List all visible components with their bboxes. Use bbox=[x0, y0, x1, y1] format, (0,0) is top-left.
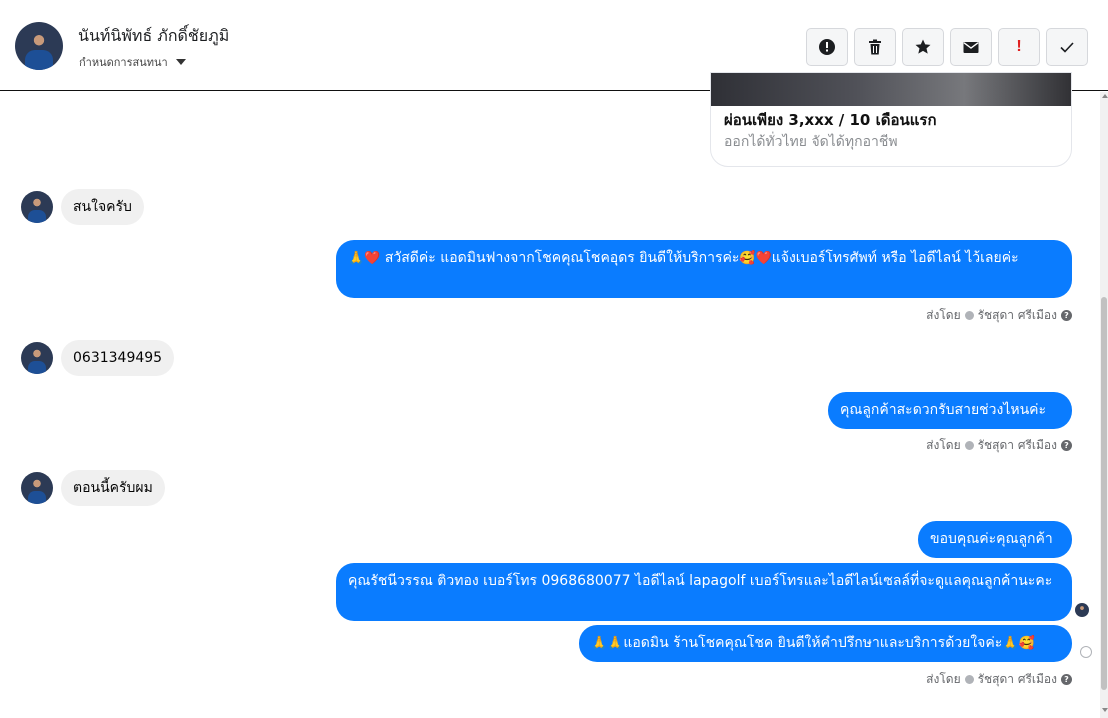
alert-circle-icon bbox=[819, 39, 835, 55]
message-text: สวัสดีค่ะ แอดมินฟางจากโชคคุณโชคอุดร ยินด… bbox=[380, 250, 740, 266]
scroll-down-arrow-icon[interactable] bbox=[1102, 708, 1108, 712]
pray-heart-emoji: 🙏❤️ bbox=[348, 251, 381, 266]
customer-avatar[interactable] bbox=[21, 191, 53, 223]
message-text: แจ้งเบอร์โทรศัพท์ หรือ ไอดีไลน์ ไว้เลยค่… bbox=[771, 250, 1019, 266]
sent-by-info: ส่งโดย รัชสุดา ศรีเมือง ? bbox=[926, 436, 1072, 455]
seen-avatar bbox=[1075, 603, 1089, 617]
delivered-status-icon bbox=[1080, 646, 1092, 658]
sent-by-agent[interactable]: รัชสุดา ศรีเมือง bbox=[978, 670, 1057, 689]
contact-name[interactable]: นันท์นิพัทธ์ ภักดิ์ชัยภูมิ bbox=[78, 24, 229, 49]
conversation-menu-label: กำหนดการสนทนา bbox=[79, 56, 168, 69]
caret-down-icon bbox=[175, 59, 186, 65]
scroll-up-arrow-icon[interactable] bbox=[1102, 94, 1108, 98]
conversation-menu-dropdown[interactable]: กำหนดการสนทนา bbox=[79, 53, 186, 71]
scrollbar[interactable] bbox=[1100, 92, 1108, 718]
sent-by-info: ส่งโดย รัชสุดา ศรีเมือง ? bbox=[926, 670, 1072, 689]
ad-image bbox=[711, 73, 1071, 106]
sent-by-label: ส่งโดย bbox=[926, 438, 961, 452]
incoming-message[interactable]: สนใจครับ bbox=[61, 189, 144, 225]
incoming-message-row: สนใจครับ bbox=[21, 189, 144, 225]
follow-up-button[interactable]: ! bbox=[998, 28, 1040, 66]
outgoing-message[interactable]: คุณรัชนีวรรณ ติวทอง เบอร์โทร 0968680077 … bbox=[336, 563, 1072, 621]
star-icon bbox=[915, 39, 931, 54]
sent-by-label: ส่งโดย bbox=[926, 308, 961, 322]
sent-by-agent[interactable]: รัชสุดา ศรีเมือง bbox=[978, 306, 1057, 325]
incoming-message[interactable]: 0631349495 bbox=[61, 340, 175, 376]
help-icon[interactable]: ? bbox=[1061, 310, 1072, 321]
scroll-thumb[interactable] bbox=[1101, 297, 1107, 690]
conversation-actions: ! bbox=[806, 28, 1088, 66]
outgoing-message[interactable]: 🙏🙏แอดมิน ร้านโชคคุณโชค ยินดีให้คำปรึกษาแ… bbox=[579, 625, 1072, 662]
spam-button[interactable] bbox=[806, 28, 848, 66]
exclamation-icon: ! bbox=[1016, 38, 1022, 55]
star-button[interactable] bbox=[902, 28, 944, 66]
sent-status-icon bbox=[964, 311, 974, 320]
incoming-message-row: ตอนนี้ครับผม bbox=[21, 470, 165, 506]
trash-icon bbox=[869, 39, 881, 55]
delete-button[interactable] bbox=[854, 28, 896, 66]
sent-status-icon bbox=[964, 441, 974, 450]
done-button[interactable] bbox=[1046, 28, 1088, 66]
customer-avatar[interactable] bbox=[21, 342, 53, 374]
pray-emoji: 🙏🙏 bbox=[591, 636, 624, 651]
incoming-message[interactable]: ตอนนี้ครับผม bbox=[61, 470, 165, 506]
mark-unread-button[interactable] bbox=[950, 28, 992, 66]
ad-title: ผ่อนเพียง 3,xxx / 10 เดือนแรก bbox=[724, 111, 937, 129]
check-icon bbox=[1060, 42, 1074, 53]
sent-by-agent[interactable]: รัชสุดา ศรีเมือง bbox=[978, 436, 1057, 455]
contact-avatar[interactable] bbox=[15, 22, 63, 70]
envelope-icon bbox=[963, 42, 979, 53]
message-text: แอดมิน ร้านโชคคุณโชค ยินดีให้คำปรึกษาและ… bbox=[623, 635, 1003, 651]
sent-status-icon bbox=[964, 675, 974, 684]
smile-heart-emoji: 🥰❤️ bbox=[739, 251, 772, 266]
sent-by-label: ส่งโดย bbox=[926, 672, 961, 686]
outgoing-message[interactable]: คุณลูกค้าสะดวกรับสายช่วงไหนค่ะ bbox=[828, 392, 1072, 429]
sent-by-info: ส่งโดย รัชสุดา ศรีเมือง ? bbox=[926, 306, 1072, 325]
ad-subtitle: ออกได้ทั่วไทย จัดได้ทุกอาชีพ bbox=[724, 134, 898, 150]
outgoing-message[interactable]: 🙏❤️ สวัสดีค่ะ แอดมินฟางจากโชคคุณโชคอุดร … bbox=[336, 240, 1072, 298]
incoming-message-row: 0631349495 bbox=[21, 340, 175, 376]
outgoing-message[interactable]: ขอบคุณค่ะคุณลูกค้า bbox=[918, 521, 1072, 558]
customer-avatar[interactable] bbox=[21, 472, 53, 504]
pray-smile-emoji: 🙏🥰 bbox=[1002, 636, 1035, 651]
help-icon[interactable]: ? bbox=[1061, 440, 1072, 451]
help-icon[interactable]: ? bbox=[1061, 674, 1072, 685]
ad-card[interactable]: ผ่อนเพียง 3,xxx / 10 เดือนแรก ออกได้ทั่ว… bbox=[710, 72, 1072, 167]
